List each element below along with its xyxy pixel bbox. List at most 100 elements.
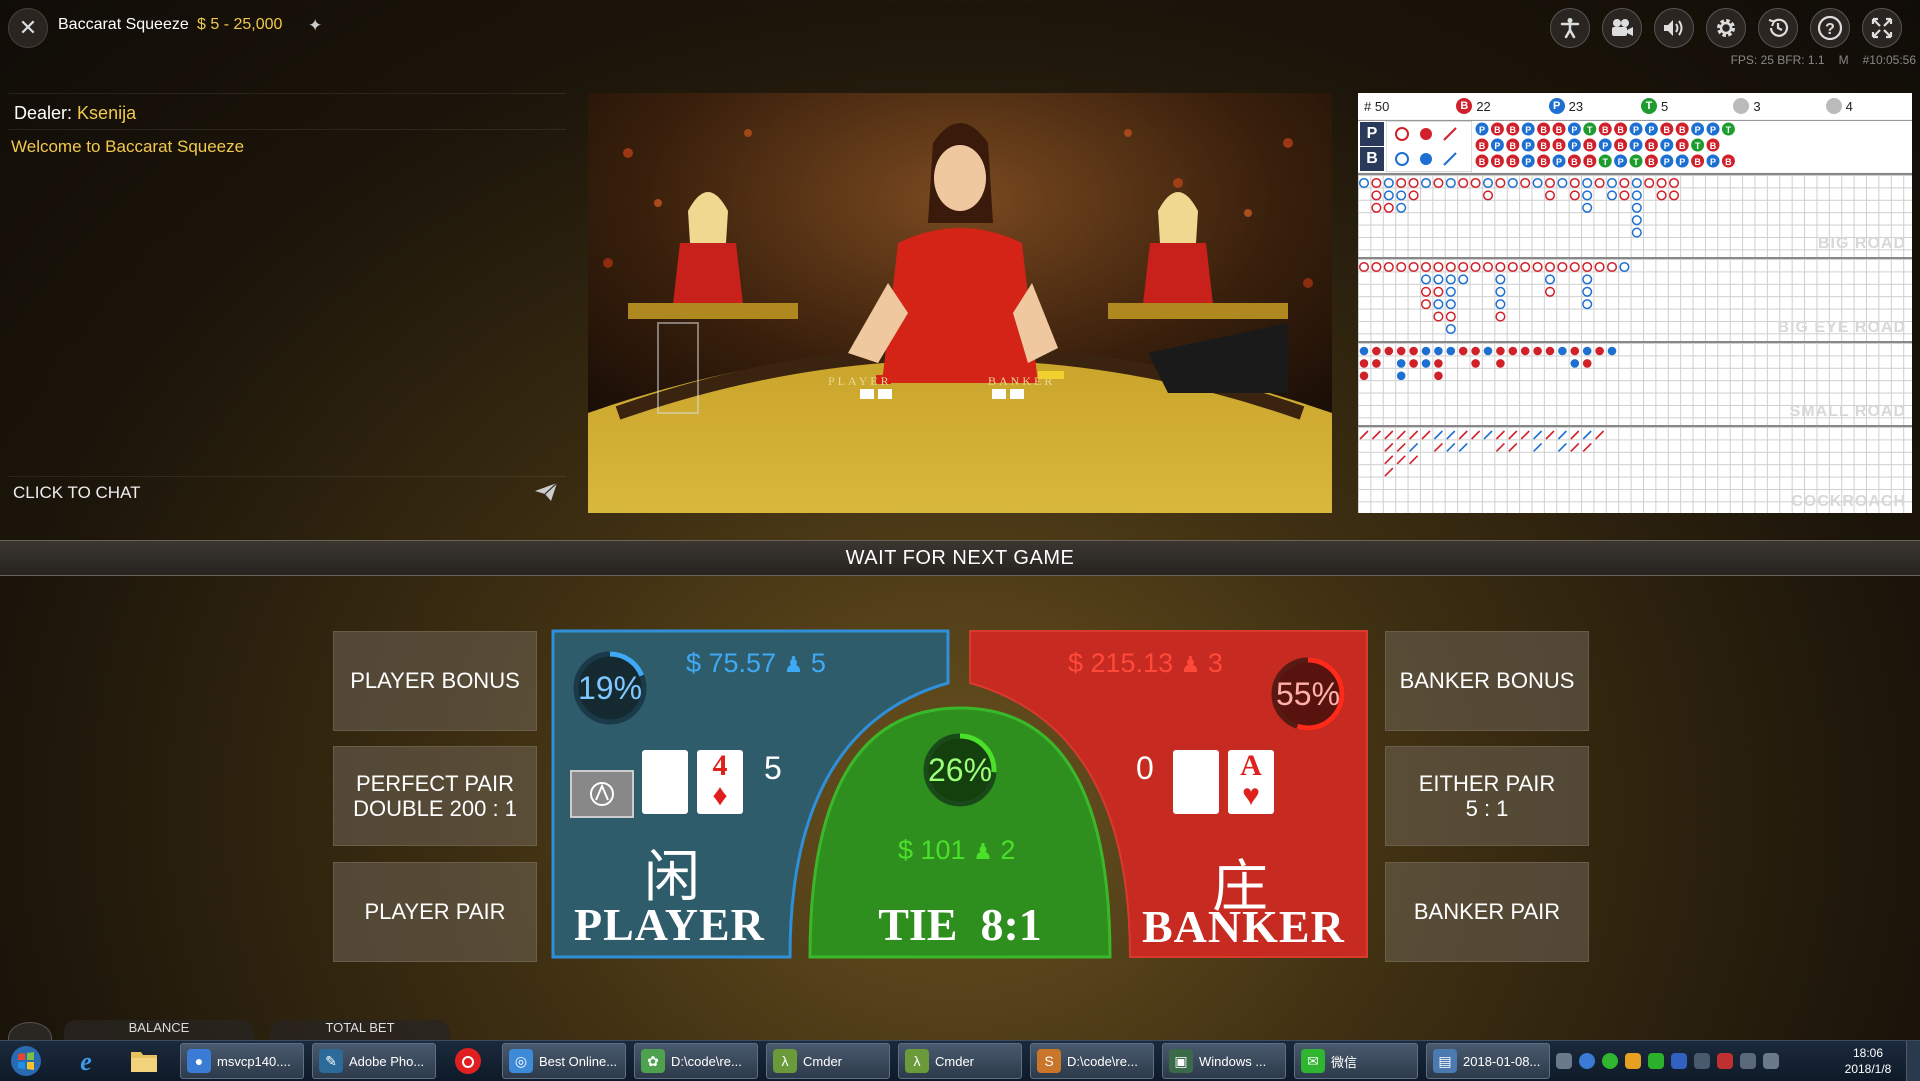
road-mark: [1396, 359, 1406, 368]
taskbar-item-1[interactable]: ✎ Adobe Pho...: [312, 1043, 436, 1079]
player-card-2: 4 ♦: [697, 750, 743, 814]
bead-chip: B: [1537, 138, 1551, 152]
banker-bet-area[interactable]: $ 215.13 ♟ 3 55% 0 9 ♣ A ♥ 庄 BANKER: [968, 630, 1368, 958]
svg-text:P: P: [1633, 141, 1639, 151]
road-mark: [1420, 299, 1432, 310]
player-pair-count: 3: [1727, 98, 1819, 114]
road-mark: [1656, 177, 1667, 189]
bead-chip: P: [1706, 154, 1720, 168]
bead-chip: B: [1660, 122, 1674, 136]
road-mark: [1420, 177, 1432, 189]
quality-text[interactable]: M: [1839, 53, 1849, 67]
taskbar-item-0[interactable]: ● msvcp140....: [180, 1043, 304, 1079]
ask-player-button[interactable]: P: [1360, 122, 1384, 146]
road-mark: [1433, 274, 1444, 285]
road-mark: [1544, 274, 1556, 285]
bead-chip: B: [1706, 138, 1720, 152]
taskbar-item-3[interactable]: ✿ D:\code\re...: [634, 1043, 758, 1079]
banker-bonus-button[interactable]: BANKER BONUS: [1385, 631, 1589, 731]
road-mark: [1582, 202, 1593, 213]
show-desktop-button[interactable]: [1906, 1041, 1920, 1081]
svg-text:T: T: [1602, 157, 1608, 167]
road-mark: [1532, 177, 1543, 189]
road-mark: [1409, 442, 1419, 452]
tool-tray-icon[interactable]: [1625, 1053, 1641, 1069]
road-mark: [1408, 190, 1419, 201]
road-mark: [1631, 227, 1642, 238]
svg-text:B: B: [1725, 157, 1732, 167]
banker-pair-button[interactable]: BANKER PAIR: [1385, 862, 1589, 962]
squeeze-card-icon[interactable]: [570, 770, 634, 818]
taskbar-item-8[interactable]: ✉ 微信: [1294, 1043, 1418, 1079]
monitor-tray-icon[interactable]: [1648, 1053, 1664, 1069]
wechat-tray-icon[interactable]: [1602, 1053, 1618, 1069]
road-mark: [1358, 261, 1370, 273]
svg-text:PLAYER: PLAYER: [828, 374, 892, 388]
road-mark: [1496, 359, 1505, 368]
roadmap-panel: # 50 B 22 P 23 T5 3 4 P B PBBPBBPTBBPPBBPP…: [1358, 93, 1912, 513]
chrome-tray-icon[interactable]: [1579, 1053, 1595, 1069]
start-button[interactable]: [4, 1043, 48, 1079]
network-tray-icon[interactable]: [1671, 1053, 1687, 1069]
road-mark: [1582, 430, 1592, 440]
road-mark: [1595, 346, 1604, 356]
taskbar-item-2[interactable]: ◎ Best Online...: [502, 1043, 626, 1079]
road-mark: [1595, 430, 1605, 440]
road-mark: [1582, 261, 1593, 273]
accessibility-icon[interactable]: [1550, 8, 1590, 48]
bead-chip: B: [1490, 154, 1504, 168]
table-limits: $ 5 - 25,000: [197, 16, 283, 33]
bead-chip: P: [1521, 154, 1535, 168]
keyboard-icon[interactable]: [1556, 1053, 1572, 1069]
road-mark: [1458, 274, 1469, 285]
svg-text:T: T: [1695, 141, 1701, 151]
close-icon[interactable]: ✕: [8, 8, 48, 48]
display-tray-icon[interactable]: [1740, 1053, 1756, 1069]
road-mark: [1446, 442, 1456, 452]
video-camera-icon[interactable]: [1602, 8, 1642, 48]
taskbar-item-6[interactable]: S D:\code\re...: [1030, 1043, 1154, 1079]
road-mark: [1508, 430, 1518, 440]
bead-chip: B: [1506, 154, 1520, 168]
settings-gear-icon[interactable]: [1706, 8, 1746, 48]
banker-score: 0: [1136, 750, 1154, 786]
road-mark: [1668, 190, 1680, 201]
history-icon[interactable]: [1758, 8, 1798, 48]
road-mark: [1495, 286, 1506, 297]
road-mark: [1619, 261, 1630, 273]
perfect-pair-button[interactable]: PERFECT PAIR DOUBLE 200 : 1: [333, 746, 537, 846]
road-mark: [1570, 346, 1580, 356]
file-explorer-icon[interactable]: [122, 1043, 166, 1079]
speaker-tray-icon[interactable]: [1694, 1053, 1710, 1069]
player-bonus-button[interactable]: PLAYER BONUS: [333, 631, 537, 731]
ask-banker-button[interactable]: B: [1360, 147, 1384, 171]
either-pair-button[interactable]: EITHER PAIR 5 : 1: [1385, 746, 1589, 846]
road-mark: [1445, 311, 1456, 322]
taskbar-item-4[interactable]: λ Cmder: [766, 1043, 890, 1079]
road-mark: [1656, 190, 1667, 201]
svg-text:B: B: [1540, 157, 1547, 167]
live-video-stream[interactable]: PLAYER BANKER: [588, 93, 1332, 513]
bead-chip: B: [1675, 138, 1689, 152]
chat-input[interactable]: CLICK TO CHAT: [13, 483, 141, 503]
svg-text:P: P: [1633, 125, 1639, 135]
volume-tray-icon[interactable]: [1763, 1053, 1779, 1069]
taskbar-item-9[interactable]: ▤ 2018-01-08...: [1426, 1043, 1550, 1079]
fullscreen-icon[interactable]: [1862, 8, 1902, 48]
taskbar-item-7[interactable]: ▣ Windows ...: [1162, 1043, 1286, 1079]
flag-tray-icon[interactable]: [1717, 1053, 1733, 1069]
volume-icon[interactable]: [1654, 8, 1694, 48]
bead-chip: B: [1644, 138, 1658, 152]
road-mark: [1607, 346, 1617, 356]
road-mark: [1409, 359, 1418, 368]
taskbar-item-5[interactable]: λ Cmder: [898, 1043, 1022, 1079]
player-pair-button[interactable]: PLAYER PAIR: [333, 862, 537, 962]
netease-music-icon[interactable]: [446, 1043, 490, 1079]
send-icon[interactable]: [533, 481, 559, 508]
pair-icon: [1825, 98, 1842, 114]
help-icon[interactable]: ?: [1810, 8, 1850, 48]
clock[interactable]: 18:06 2018/1/8: [1838, 1045, 1898, 1077]
pin-icon[interactable]: ✦: [308, 16, 322, 36]
ie-browser-icon[interactable]: e: [64, 1043, 108, 1079]
bead-chip: B: [1567, 154, 1581, 168]
